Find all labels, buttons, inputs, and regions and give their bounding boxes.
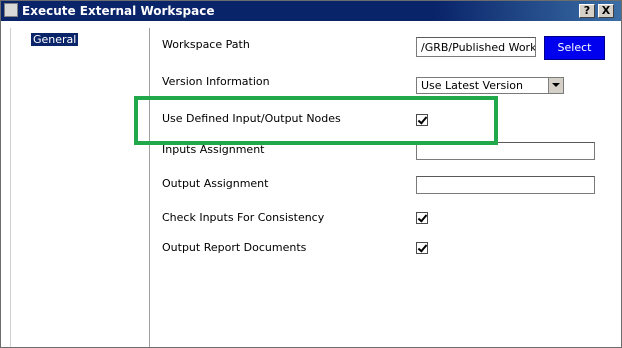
inputs-assignment-label: Inputs Assignment [162, 143, 265, 156]
version-information-label: Version Information [162, 75, 270, 88]
version-information-select[interactable]: Use Latest Version [416, 77, 564, 94]
output-report-documents-label: Output Report Documents [162, 241, 307, 254]
sidebar-item-general[interactable]: General [31, 33, 79, 46]
execute-external-workspace-dialog: Execute External Workspace ? X General W… [0, 0, 622, 348]
title-bar[interactable]: Execute External Workspace ? X [1, 1, 621, 21]
use-defined-io-nodes-label: Use Defined Input/Output Nodes [162, 112, 341, 125]
select-button[interactable]: Select [544, 36, 605, 60]
app-icon [4, 3, 18, 17]
output-assignment-input[interactable] [416, 176, 595, 194]
window-title: Execute External Workspace [22, 4, 215, 18]
workspace-path-label: Workspace Path [162, 38, 250, 51]
use-defined-io-nodes-checkbox[interactable] [416, 114, 428, 126]
chevron-down-icon[interactable] [548, 78, 563, 93]
check-inputs-consistency-checkbox[interactable] [416, 212, 428, 224]
workspace-path-input[interactable]: /GRB/Published Workspace [416, 37, 536, 57]
check-inputs-consistency-label: Check Inputs For Consistency [162, 211, 325, 224]
help-button[interactable]: ? [579, 4, 595, 18]
version-information-selected: Use Latest Version [421, 79, 523, 92]
inputs-assignment-input[interactable] [416, 142, 595, 160]
output-assignment-label: Output Assignment [162, 177, 269, 190]
close-button[interactable]: X [598, 4, 614, 18]
sidebar: General [10, 28, 150, 347]
output-report-documents-checkbox[interactable] [416, 242, 428, 254]
